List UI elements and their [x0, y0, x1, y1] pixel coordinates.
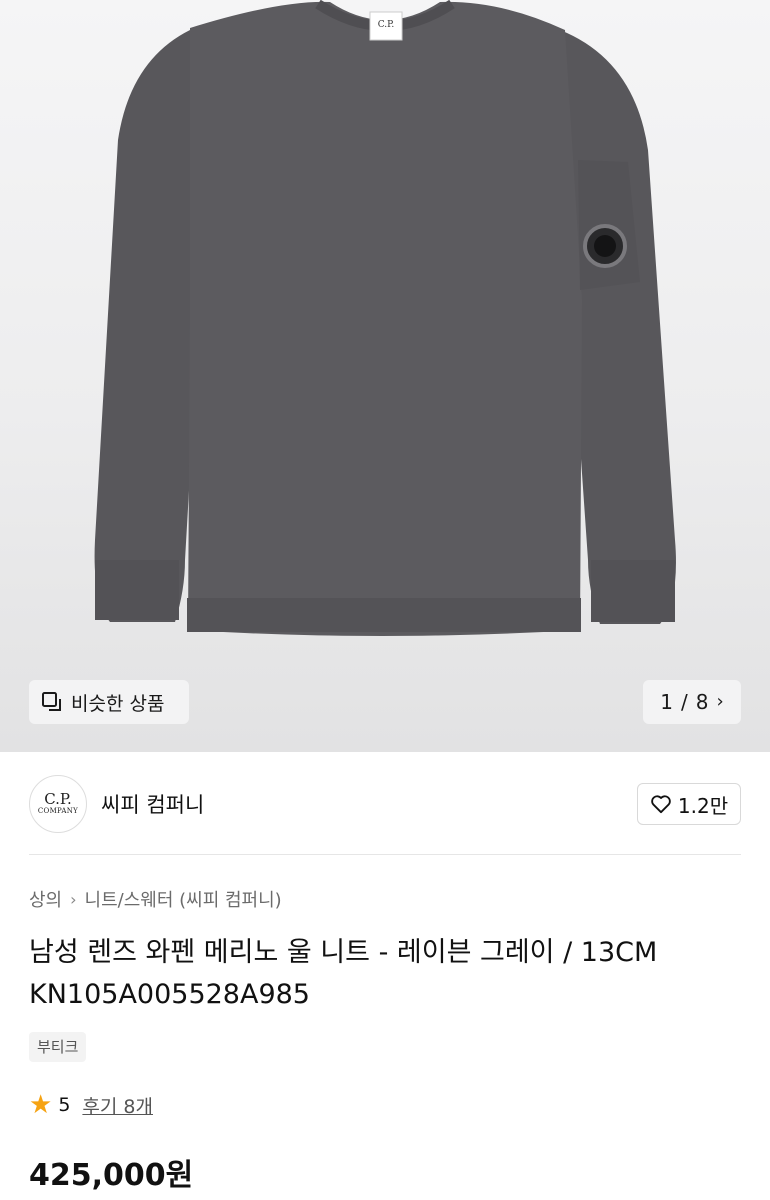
pager-total: 8 [695, 690, 709, 714]
similar-products-label: 비슷한 상품 [71, 692, 165, 715]
similar-items-icon [42, 692, 61, 711]
like-button[interactable]: 1.2만 [637, 783, 741, 825]
breadcrumb-category[interactable]: 상의 [29, 886, 62, 912]
pager-separator: / [681, 690, 688, 714]
brand-row: C.P. COMPANY 씨피 컴퍼니 1.2만 [29, 774, 741, 834]
image-pager-button[interactable]: 1 / 8 › [643, 680, 741, 724]
product-price: 425,000원 [29, 1158, 194, 1193]
product-title-line1: 남성 렌즈 와펜 메리노 울 니트 - 레이븐 그레이 / 13CM [29, 937, 658, 968]
breadcrumb-subcategory[interactable]: 니트/스웨터 (씨피 컴퍼니) [85, 886, 282, 912]
boutique-tag: 부티크 [29, 1032, 87, 1062]
product-title: 남성 렌즈 와펜 메리노 울 니트 - 레이븐 그레이 / 13CM KN105… [29, 932, 741, 1016]
chevron-right-icon: › [70, 889, 77, 909]
similar-products-button[interactable]: 비슷한 상품 [29, 680, 189, 724]
product-photo-sweater: C.P. [94, 0, 676, 637]
reviews-link[interactable]: 후기 8개 [82, 1092, 153, 1119]
star-icon: ★ [29, 1090, 53, 1120]
brand-logo[interactable]: C.P. COMPANY [29, 775, 87, 833]
heart-icon [651, 795, 671, 814]
brand-name[interactable]: 씨피 컴퍼니 [101, 789, 204, 819]
svg-text:C.P.: C.P. [378, 20, 395, 30]
product-code: KN105A005528A985 [29, 979, 310, 1010]
divider [29, 854, 741, 855]
product-image-area[interactable]: C.P. 비슷한 상품 1 / 8 › [0, 0, 770, 752]
breadcrumb: 상의 › 니트/스웨터 (씨피 컴퍼니) [29, 886, 282, 912]
chevron-right-icon: › [716, 691, 724, 712]
like-count: 1.2만 [677, 793, 729, 818]
rating-row: ★ 5 후기 8개 [29, 1090, 153, 1120]
pager-current: 1 [660, 690, 674, 714]
rating-score: 5 [58, 1094, 71, 1116]
